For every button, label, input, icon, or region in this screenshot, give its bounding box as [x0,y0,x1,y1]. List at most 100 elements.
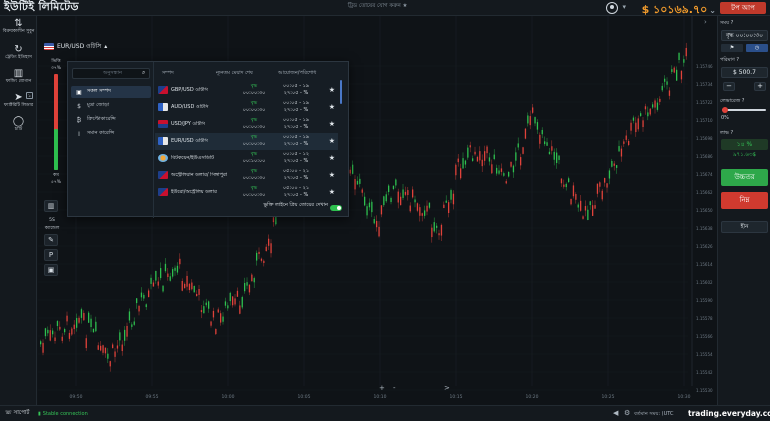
layers-icon[interactable]: ▣ [44,264,58,276]
asset-row-payout: ০০:০৫ - ১৯ ২৭:০৫ - % [282,117,310,130]
category-label: সকল সম্পদ [87,88,111,94]
category-all[interactable]: ▣ সকল সম্পদ [71,86,151,98]
scrollbar[interactable] [340,80,342,104]
candle-body [193,285,195,293]
asset-row[interactable]: EUR/USD ওটিসি বৃদ্ধ ০০:০০:৩০ ০০:০৫ - ১৯ ২৭:০… [155,133,338,150]
price-axis-label: 1.15686 [696,154,713,159]
sidebar-item-history[interactable]: ↻ ট্রেডিং ইতিহাস [0,44,37,60]
sidebar-item-label: চ্যাট [14,127,23,132]
candle-body [263,260,265,264]
sidebar-item-leaderboard[interactable]: ➤ ১ ফ্যাক্টরিটি লিডার [0,92,37,108]
asset-row-name: USD/JPY ওটিসি [171,121,205,127]
asset-row-name: EUR/USD ওটিসি [171,138,208,144]
favorites-toggle[interactable] [330,205,342,211]
favorite-star-icon[interactable]: ★ [329,137,335,145]
notification-badge: ১ [26,92,33,99]
amount-minus-button[interactable]: − [723,82,735,91]
price-axis-label: 1.15710 [696,118,713,123]
candle-body [582,216,584,219]
chart-type-button[interactable]: ▥ [44,200,58,212]
time-input[interactable]: বৃদ্ধ ০০:০০:৩০ [721,30,768,41]
user-avatar-icon[interactable] [606,2,618,14]
category-crypto[interactable]: ₿ ক্রিপ্টোকারেন্সি [71,114,151,126]
leverage-slider[interactable] [722,109,766,111]
amount-input[interactable]: $ 500.7 [721,67,768,78]
favorite-star-icon[interactable]: ★ [329,188,335,196]
asset-row[interactable]: AUD/USD ওটিসি বৃদ্ধ ০০:০০:৩০ ০০:০৫ - ১৯ ২৭:০… [155,99,338,116]
price-axis-label: 1.15638 [696,226,713,231]
amount-plus-button[interactable]: + [754,82,766,91]
timeframe-button[interactable]: 5S [41,218,63,223]
asset-row[interactable]: GBP/USD ওটিসি বৃদ্ধ ০০:০০:৩০ ০০:০৫ - ১৯ ২৭:০… [155,82,338,99]
scroll-right-button[interactable]: > [444,384,450,392]
asset-row[interactable]: USD/JPY ওটিসি বৃদ্ধ ০০:০০:৩০ ০০:০৫ - ১৯ ২৭:০… [155,116,338,133]
candle-body [421,213,423,216]
favorite-star-icon[interactable]: ★ [329,154,335,162]
candle-body [577,204,579,208]
pending-trade-button[interactable]: হীন [721,221,768,233]
draw-tool-icon[interactable]: ✎ [44,234,58,246]
candle-body [256,252,258,261]
asset-row[interactable]: বিটকয়েন/ইউএসডিটি বৃদ্ধ ০০:১০:০০ ০০:০৫ - ১২… [155,150,338,167]
sidebar-item-chat[interactable]: ◯ চ্যাট [0,116,37,132]
candle-body [121,344,123,352]
category-index[interactable]: I সমান কারেন্সি [71,128,151,140]
clock-icon[interactable]: ◷ [746,44,768,52]
flag-icon[interactable]: ⚑ [721,44,743,52]
chevron-down-icon[interactable]: ▾ [622,3,626,11]
price-axis-label: 1.15590 [696,298,713,303]
sidebar-item-funding[interactable]: ▥ ফান্ডিং যোগান [0,68,37,84]
deposit-button[interactable]: টপ আপ [720,2,766,14]
down-button[interactable]: নিম্ন [721,192,768,209]
sidebar-item-trade[interactable]: ⇅ বিক্রয়কালীন সুবুন [0,18,37,34]
candle-body [107,353,109,359]
candle-body [157,281,159,286]
asset-selector[interactable]: EUR/USD ওটিসি ▴ [44,41,107,52]
candle-body [124,329,126,341]
candle-body [73,324,75,330]
candle-body [217,309,219,313]
asset-row-name: GBP/USD ওটিসি [171,87,208,93]
support-button[interactable]: ☏ সাপোর্ট [5,410,29,418]
price-axis-label: 1.15746 [696,64,713,69]
candle-body [133,321,135,325]
candle-body [630,122,632,131]
candle-body [220,313,222,323]
asset-flag-icon [158,154,168,162]
settings-icon[interactable]: ⚙ [624,409,630,417]
candle-body [251,274,253,282]
candle-body [349,169,351,174]
favorite-star-icon[interactable]: ★ [329,103,335,111]
candle-body [644,106,647,110]
asset-row[interactable]: অস্ট্রেলিয়ান ডলার/ সিঙ্গাপুরা বৃদ্ধ ০০:০০… [155,167,338,184]
chevron-right-icon[interactable]: › [704,18,707,26]
favorite-star-icon[interactable]: ★ [329,171,335,179]
candle-body [397,191,399,203]
up-button[interactable]: উচ্চতর [721,169,768,186]
search-icon[interactable]: ⌕ [142,69,151,77]
zoom-in-button[interactable]: + [379,384,385,392]
asset-row-time: বৃদ্ধ ০০:০০:৩০ [242,134,266,147]
favorite-star-icon[interactable]: ★ [329,120,335,128]
candle-body [52,330,54,335]
volume-icon[interactable]: ◀ [613,409,618,417]
favorite-star-icon[interactable]: ★ [329,86,335,94]
asset-row[interactable]: ইউরো/অস্ট্রেলিয় ডলার বৃদ্ধ ০০:০০:৩০ ০৫:০০ … [155,184,338,201]
candle-body [385,194,387,202]
indicator-button[interactable]: P [44,249,58,261]
candle-body [438,233,440,236]
candle-body [587,209,589,221]
asset-search-input[interactable]: অনুসন্ধান [72,68,150,79]
category-currency[interactable]: $ মুদ্রা জোড়া [71,100,151,112]
zoom-out-button[interactable]: - [393,384,396,392]
slider-handle[interactable] [722,107,728,113]
candle-body [517,143,519,148]
candle-body [640,113,642,116]
candle-body [404,191,407,195]
candle-body [359,178,361,184]
candle-body [596,183,599,194]
candle-body [457,158,459,163]
asset-row-name: অস্ট্রেলিয়ান ডলার/ সিঙ্গাপুরা [171,172,227,178]
candle-body [270,243,272,254]
candle-body [92,328,95,333]
